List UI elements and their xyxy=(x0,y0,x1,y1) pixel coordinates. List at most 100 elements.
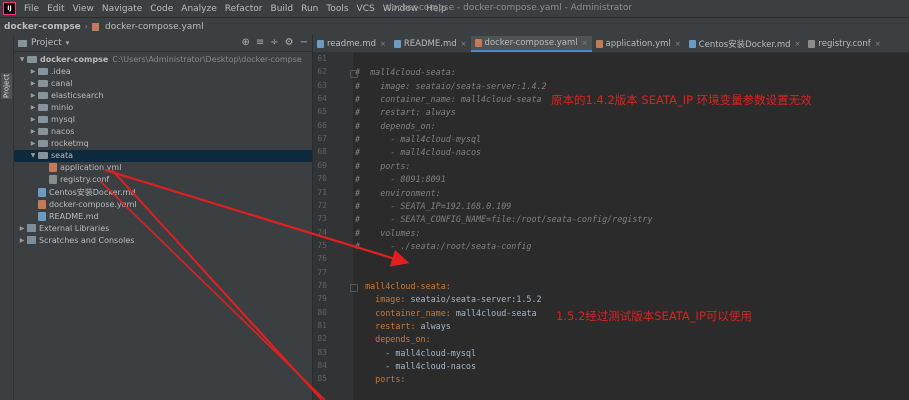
chevron-right-icon[interactable]: ▶ xyxy=(18,237,26,244)
breadcrumb-file[interactable]: docker-compose.yaml xyxy=(101,22,208,32)
tab-centos-docker-md[interactable]: Centos安装Docker.md × xyxy=(685,36,805,52)
code-line[interactable]: - mall4cloud-nacos xyxy=(355,361,476,374)
conf-file-icon xyxy=(808,40,816,48)
chevron-down-icon[interactable]: ▾ xyxy=(66,39,70,47)
gear-icon[interactable]: ⚙ xyxy=(285,37,294,48)
tree-item[interactable]: ▶ rocketmq xyxy=(14,138,312,150)
tree-item[interactable]: ▶ nacos xyxy=(14,126,312,138)
tree-item[interactable]: ▶ Scratches and Consoles xyxy=(14,234,312,246)
tree-item[interactable]: README.md xyxy=(14,210,312,222)
tree-item[interactable]: ▼ docker-compse C:\Users\Administrator\Des… xyxy=(14,53,312,65)
tree-item[interactable]: application.yml xyxy=(14,162,312,174)
tree-item[interactable]: ▶ canal xyxy=(14,77,312,89)
code-line[interactable]: # - ./seata:/root/seata-config xyxy=(355,241,531,254)
tab-label: README.md xyxy=(403,39,457,49)
chevron-right-icon[interactable]: ▶ xyxy=(29,80,37,87)
tab-readme-md[interactable]: README.md × xyxy=(390,36,471,52)
menu-edit[interactable]: Edit xyxy=(43,4,68,14)
chevron-right-icon[interactable]: ▶ xyxy=(29,116,37,123)
tree-item[interactable]: ▶ External Libraries xyxy=(14,222,312,234)
chevron-right-icon[interactable]: ▶ xyxy=(29,92,37,99)
code-line[interactable]: # - 8091:8091 xyxy=(355,174,446,187)
code-line[interactable]: mall4cloud-seata: xyxy=(355,281,451,294)
expand-all-icon[interactable]: ÷ xyxy=(270,37,278,48)
code-line[interactable]: # - mall4cloud-nacos xyxy=(355,147,481,160)
folder-icon xyxy=(38,79,48,87)
menu-refactor[interactable]: Refactor xyxy=(221,4,267,14)
code-line[interactable]: - mall4cloud-mysql xyxy=(355,348,476,361)
chevron-right-icon[interactable]: ▶ xyxy=(29,104,37,111)
hide-icon[interactable]: − xyxy=(300,37,308,48)
code-line[interactable]: depends_on: xyxy=(355,334,430,347)
close-icon[interactable]: × xyxy=(461,40,467,48)
breadcrumb-project[interactable]: docker-compse xyxy=(0,22,85,32)
library-icon xyxy=(27,224,36,233)
code-line[interactable]: # - mall4cloud-mysql xyxy=(355,134,481,147)
tab-readme-md[interactable]: readme.md × xyxy=(313,36,390,52)
tree-item[interactable]: ▼ seata xyxy=(14,149,312,162)
tab-registry-conf[interactable]: registry.conf × xyxy=(804,36,884,52)
tree-item[interactable]: ▶ elasticsearch xyxy=(14,89,312,101)
yaml-key: image: xyxy=(355,294,406,305)
folder-icon xyxy=(38,103,48,111)
menu-tools[interactable]: Tools xyxy=(322,4,352,14)
old-version-annotation: 原本的1.4.2版本 SEATA_IP 环境变量参数设置无效 xyxy=(551,93,812,107)
line-number: 75 xyxy=(317,240,327,250)
locate-icon[interactable]: ⊕ xyxy=(241,37,249,48)
chevron-right-icon[interactable]: ▶ xyxy=(29,140,37,147)
code-line[interactable]: # - SEATA_CONFIG_NAME=file:/root/seata-c… xyxy=(355,214,653,227)
code-line[interactable]: # container_name: mall4cloud-seata xyxy=(355,94,542,107)
tree-item[interactable]: registry.conf xyxy=(14,174,312,186)
close-icon[interactable]: × xyxy=(582,39,588,47)
fold-marker-icon[interactable] xyxy=(350,70,358,79)
code-line[interactable]: # environment: xyxy=(355,188,441,201)
menu-run[interactable]: Run xyxy=(297,4,322,14)
close-icon[interactable]: × xyxy=(380,40,386,48)
yml-file-icon xyxy=(595,40,603,48)
chevron-right-icon[interactable]: ▶ xyxy=(29,128,37,135)
tab-application-yml[interactable]: application.yml × xyxy=(592,36,685,52)
code-text: ports: xyxy=(355,374,406,385)
chevron-down-icon[interactable]: ▼ xyxy=(18,56,26,63)
code-text: # - ./seata:/root/seata-config xyxy=(355,240,532,251)
chevron-right-icon[interactable]: ▶ xyxy=(29,68,37,75)
tree-item[interactable]: Centos安装Docker.md xyxy=(14,186,312,198)
code-line[interactable]: # depends_on: xyxy=(355,121,436,134)
menu-file[interactable]: File xyxy=(20,4,43,14)
tree-item[interactable]: ▶ minio xyxy=(14,101,312,113)
chevron-right-icon[interactable]: ▶ xyxy=(18,225,26,232)
fold-marker-icon[interactable] xyxy=(350,283,358,292)
code-line[interactable]: # volumes: xyxy=(355,228,421,241)
close-icon[interactable]: × xyxy=(875,40,881,48)
menu-vcs[interactable]: VCS xyxy=(353,4,379,14)
menu-view[interactable]: View xyxy=(69,4,98,14)
tree-item[interactable]: docker-compose.yaml xyxy=(14,198,312,210)
menu-navigate[interactable]: Navigate xyxy=(98,4,146,14)
code-line[interactable]: image: seataio/seata-server:1.5.2 xyxy=(355,294,541,307)
code-line[interactable]: # - SEATA_IP=192.168.0.109 xyxy=(355,201,511,214)
collapse-all-icon[interactable]: ≡ xyxy=(256,37,264,48)
chevron-down-icon[interactable]: ▼ xyxy=(29,152,37,159)
code-line[interactable]: ports: xyxy=(355,374,405,387)
close-icon[interactable]: × xyxy=(795,40,801,48)
menu-analyze[interactable]: Analyze xyxy=(177,4,220,14)
close-icon[interactable]: × xyxy=(675,40,681,48)
code-line[interactable]: # restart: always xyxy=(355,107,456,120)
code-text: # - 8091:8091 xyxy=(355,174,446,185)
line-number: 63 xyxy=(317,80,327,90)
code-line[interactable]: # image: seataio/seata-server:1.4.2 xyxy=(355,81,547,94)
yaml-key: restart: xyxy=(355,321,416,331)
code-line[interactable]: # mall4cloud-seata: xyxy=(355,67,456,80)
project-panel-title[interactable]: Project xyxy=(31,38,62,48)
code-line[interactable]: restart: always xyxy=(355,321,451,334)
tree-item[interactable]: ▶ mysql xyxy=(14,113,312,125)
line-number: 62 xyxy=(317,67,327,77)
project-tree: ▼ docker-compse C:\Users\Administrator\Des… xyxy=(14,53,312,247)
menu-build[interactable]: Build xyxy=(267,4,298,14)
menu-code[interactable]: Code xyxy=(146,4,177,14)
code-line[interactable]: # ports: xyxy=(355,161,410,174)
tree-item[interactable]: ▶ .idea xyxy=(14,65,312,77)
project-tool-window-button[interactable]: Project xyxy=(1,73,12,99)
code-line[interactable]: container_name: mall4cloud-seata xyxy=(355,308,536,321)
tab-docker-compose-yaml[interactable]: docker-compose.yaml × xyxy=(470,36,592,52)
